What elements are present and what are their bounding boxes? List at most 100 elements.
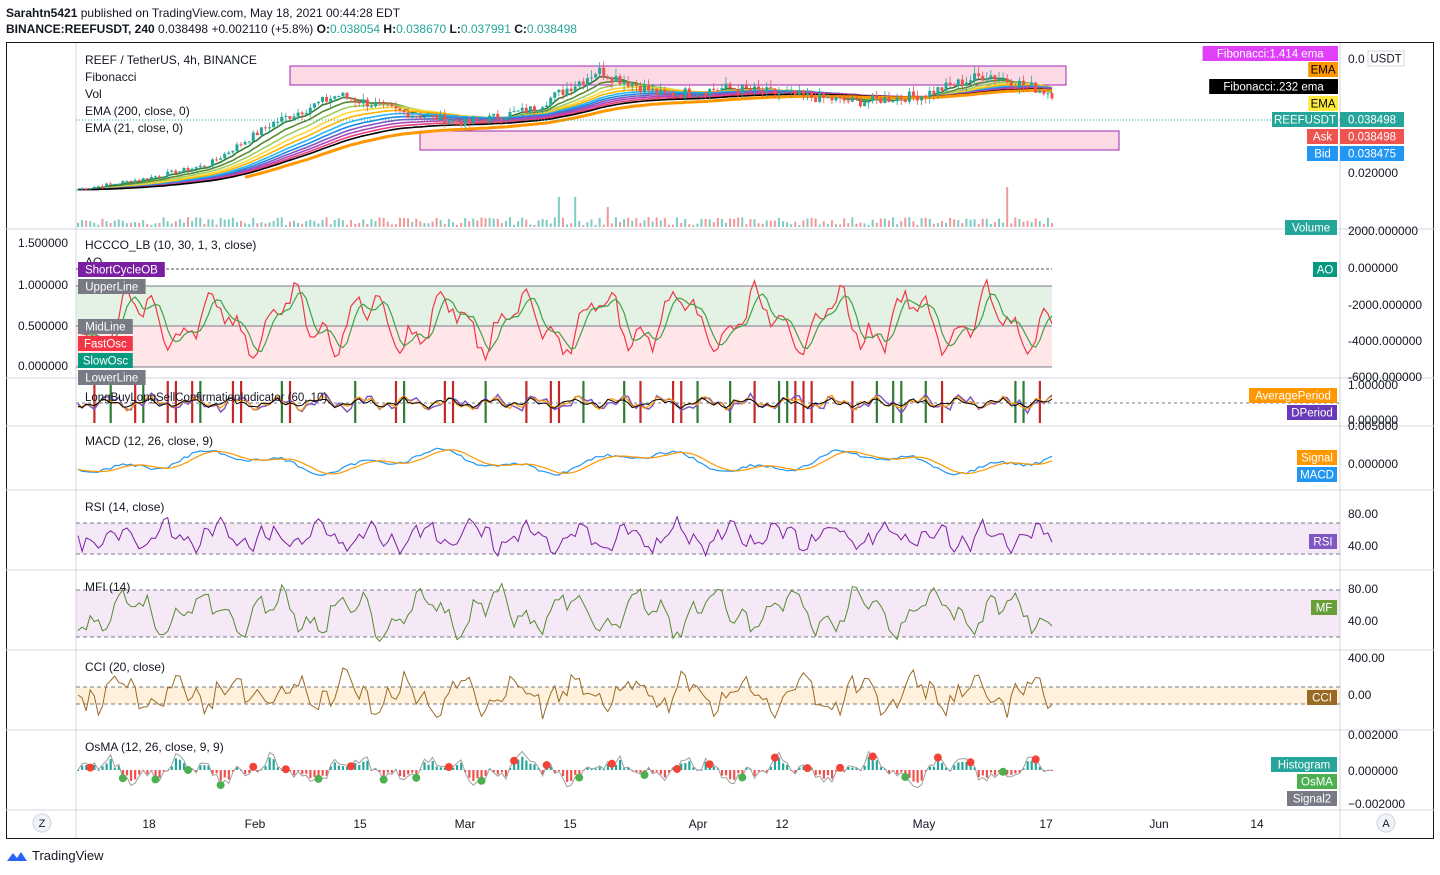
osma-title: OsMA (12, 26, close, 9, 9) <box>85 740 224 754</box>
volume-bar <box>765 220 768 227</box>
volume-bar <box>439 220 442 227</box>
volume-bar <box>651 221 654 227</box>
candle <box>292 112 296 120</box>
lbsc-signal-bar <box>623 381 626 423</box>
osma-histogram-bar <box>427 764 430 770</box>
volume-bar <box>93 222 96 227</box>
volume-bar <box>822 221 825 227</box>
osma-histogram-bar <box>932 766 936 770</box>
volume-bar <box>403 218 406 227</box>
volume-bar <box>981 218 984 227</box>
osma-histogram-bar <box>851 767 854 770</box>
osma-histogram-bar <box>989 770 993 773</box>
auto-scale-button[interactable]: A <box>1376 813 1396 833</box>
candle <box>304 109 308 116</box>
osma-histogram-bar <box>77 769 80 771</box>
macd-signal-line <box>77 449 1053 475</box>
volume-bar <box>855 223 858 227</box>
candle <box>231 150 235 155</box>
volume-bar <box>647 217 650 227</box>
volume-bar <box>354 223 357 227</box>
osma-dot <box>933 753 942 762</box>
svg-text:REEFUSDT: REEFUSDT <box>1274 115 1336 127</box>
price-tag: Bid <box>1307 146 1338 161</box>
osma-histogram-bar <box>663 770 667 778</box>
zoom-reset-button[interactable]: Z <box>32 813 52 833</box>
volume-bar <box>337 218 340 227</box>
mfi-pane <box>76 582 1340 643</box>
osma-histogram-bar <box>688 761 691 770</box>
volume-bar <box>1010 223 1013 227</box>
osma-histogram-bar <box>623 768 626 770</box>
osma-histogram-bar <box>109 759 112 770</box>
macd-title: MACD (12, 26, close, 9) <box>85 434 213 448</box>
osma-dot <box>836 763 845 772</box>
volume-bar <box>671 224 674 227</box>
candle <box>916 90 920 105</box>
volume-bar <box>146 223 149 227</box>
volume-bar <box>329 224 332 227</box>
osma-histogram-bar <box>822 770 825 779</box>
volume-bar <box>195 217 198 227</box>
osma-axis-label: −0.002000 <box>1348 797 1405 811</box>
lbsc-signal-bar <box>729 381 732 423</box>
volume-bar <box>105 221 108 227</box>
candle <box>129 180 133 183</box>
volume-bar <box>321 219 324 227</box>
candle <box>316 101 320 106</box>
svg-text:RSI: RSI <box>1313 537 1332 549</box>
time-axis-label: Apr <box>689 817 708 831</box>
osma-dot <box>444 763 453 772</box>
rsi-tag: RSI <box>1309 534 1337 549</box>
volume-bar <box>521 217 524 227</box>
footer-brand[interactable]: TradingView <box>6 848 104 863</box>
candle <box>255 129 259 136</box>
svg-text:0.038498: 0.038498 <box>1348 132 1396 144</box>
volume-bar <box>606 207 609 227</box>
osma-histogram-bar <box>472 770 475 781</box>
osma-histogram-bar <box>358 765 361 770</box>
candle <box>84 187 88 190</box>
candle <box>907 88 911 105</box>
candle <box>553 91 557 102</box>
osma-histogram-bar <box>309 770 312 779</box>
volume-bar <box>358 222 361 227</box>
svg-text:AO: AO <box>1317 265 1334 277</box>
volume-bar <box>231 217 234 227</box>
hcc-left-axis-label: 0.000000 <box>18 359 68 373</box>
price-tag: Ask <box>1307 129 1338 144</box>
candle <box>227 150 231 155</box>
volume-bar <box>472 218 475 227</box>
volume-bar <box>154 223 157 227</box>
lbsc-signal-bar <box>900 381 903 423</box>
lbsc-signal-bar <box>451 381 455 423</box>
volume-bar <box>415 218 418 227</box>
candle <box>300 110 304 120</box>
osma-histogram-bar <box>223 770 226 778</box>
candle <box>125 180 129 183</box>
currency-button[interactable]: USDT <box>1367 50 1405 67</box>
volume-bar <box>264 223 267 227</box>
osma-histogram-bar <box>936 761 940 770</box>
osma-histogram-bar <box>826 770 830 776</box>
osma-dot <box>575 773 584 782</box>
osma-histogram-bar <box>521 756 524 770</box>
volume-bar <box>170 223 173 227</box>
volume-bar <box>427 223 430 227</box>
volume-bar <box>431 221 434 227</box>
candle <box>312 103 316 110</box>
volume-bar <box>125 223 128 227</box>
candle <box>875 90 879 104</box>
volume-bar <box>162 217 165 227</box>
chart-canvas[interactable]: REEF / TetherUS, 4h, BINANCE Fibonacci Vol… <box>0 0 1440 875</box>
osma-histogram-bar <box>362 761 365 770</box>
svg-text:A: A <box>1382 818 1390 830</box>
osma-histogram-bar <box>219 770 222 781</box>
volume-bar <box>887 220 890 227</box>
ao-tag: AO <box>1313 262 1337 277</box>
osma-histogram-bar <box>134 770 137 780</box>
volume-bar <box>240 220 243 227</box>
volume-bar <box>211 219 214 227</box>
volume-bar <box>191 221 194 227</box>
osma-tag: OsMA <box>1297 774 1337 789</box>
